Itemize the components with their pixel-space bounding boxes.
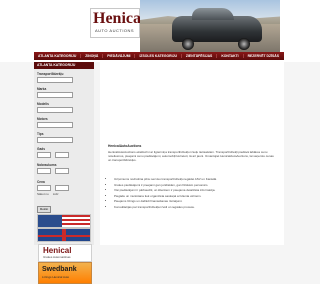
field-label-model: Modelis — [37, 102, 49, 106]
select-engine[interactable] — [37, 122, 73, 128]
field-mileage: Nobraukums — [37, 163, 91, 174]
promo-title: Henical — [43, 246, 72, 255]
brand-name: Henical — [93, 10, 146, 27]
field-type: Tips — [37, 132, 91, 143]
bullet-item: Izsoles piedāvājumi ir pieejami gan juri… — [114, 183, 286, 187]
search-button[interactable]: Meklēt — [37, 206, 51, 213]
field-year: Gads — [37, 147, 91, 158]
select-model[interactable] — [37, 107, 73, 113]
bullet-item: Visi piedāvājumi ir pārbaudīti, un klien… — [114, 188, 286, 192]
brand-logo[interactable]: Henical AUTO AUCTIONS — [90, 8, 145, 38]
bullet-item: Konsultācijas par transportlīdzekļa izvē… — [114, 205, 286, 209]
main-content: HenicalAutoAuctions HenicalAutoAuctions … — [100, 62, 284, 245]
year-range — [37, 152, 91, 158]
year-from-input[interactable] — [37, 152, 51, 158]
nav-item-zinojumi[interactable]: ZINOŅĀ — [80, 54, 102, 58]
bank-subtitle: Līzings Henical Auto — [42, 275, 70, 279]
hero-image — [140, 0, 280, 52]
field-price: Cena Sākot no Līdz — [37, 180, 91, 196]
price-from-input[interactable] — [37, 185, 51, 191]
bullet-item: Pieejams līzings un dažādi finansēšanas … — [114, 199, 286, 203]
mileage-from-input[interactable] — [37, 168, 51, 174]
field-label-engine: Motors — [37, 117, 48, 121]
field-label-mileage: Nobraukums — [37, 163, 57, 167]
car-wheel-left — [182, 38, 194, 50]
henical-promo-banner[interactable]: Henical Izsoles Automašīnas — [38, 244, 92, 262]
field-label-type: Tips — [37, 132, 44, 136]
field-make: Marka — [37, 87, 91, 98]
price-to-input[interactable] — [55, 185, 69, 191]
field-label-transport-type: Transportlīdzekļu — [37, 72, 64, 76]
mileage-to-input[interactable] — [55, 168, 69, 174]
brand-tagline: AUTO AUCTIONS — [95, 28, 135, 33]
nav-item-piedavajumi[interactable]: PIEDĀVĀJUMI — [102, 54, 134, 58]
nav-item-rezervet[interactable]: REZERVĒT DZĪSĀS — [242, 54, 283, 58]
bullet-item: Piegāde un muitošana tiek organizēta sas… — [114, 194, 286, 198]
sidebar-header: ATLANTA KATEGORIJU — [34, 62, 94, 69]
year-to-input[interactable] — [55, 152, 69, 158]
content-bullet-list: Uzņēmums nodrošina pilnu servisu transpo… — [108, 177, 286, 211]
select-type[interactable] — [37, 137, 73, 143]
promo-subtitle: Izsoles Automašīnas — [43, 255, 71, 259]
swedbank-banner[interactable]: Swedbank Līzings Henical Auto — [38, 262, 92, 284]
field-label-year: Gads — [37, 147, 45, 151]
price-range — [37, 185, 91, 191]
main-navigation: ATLANTA KATEGORIJU ZINOŅĀ PIEDĀVĀJUMI IZ… — [34, 52, 284, 60]
content-paragraph: HenicalAutoAuctions ekskluzīvi ar ilgter… — [108, 150, 274, 162]
field-engine: Motors — [37, 117, 91, 128]
usa-flag-icon[interactable] — [37, 214, 91, 228]
select-transport-type[interactable] — [37, 77, 73, 83]
bank-title: Swedbank — [42, 266, 77, 273]
field-transport-type: Transportlīdzekļu — [37, 72, 91, 83]
range-from-label: Sākot no — [37, 192, 49, 196]
content-title: HenicalAutoAuctions — [108, 144, 142, 148]
sidebar-filter-panel: ATLANTA KATEGORIJU Transportlīdzekļu Mar… — [34, 62, 94, 284]
select-make[interactable] — [37, 92, 73, 98]
nav-item-zientafesijas[interactable]: ZIENTĀFĒSIJAS — [180, 54, 216, 58]
uk-flag-icon[interactable] — [37, 228, 91, 242]
nav-item-izsoles-kategoriju[interactable]: IZSOLES KATEGORIJU — [134, 54, 180, 58]
field-label-make: Marka — [37, 87, 47, 91]
price-range-labels: Sākot no Līdz — [37, 192, 91, 196]
nav-item-kontakti[interactable]: KONTAKTI — [216, 54, 242, 58]
mileage-range — [37, 168, 91, 174]
bullet-item: Uzņēmums nodrošina pilnu servisu transpo… — [114, 177, 286, 181]
nav-item-atlanta-kategoriju[interactable]: ATLANTA KATEGORIJU — [34, 54, 80, 58]
car-wheel-right — [238, 38, 250, 50]
field-label-price: Cena — [37, 180, 45, 184]
range-to-label: Līdz — [52, 192, 59, 196]
field-model: Modelis — [37, 102, 91, 113]
